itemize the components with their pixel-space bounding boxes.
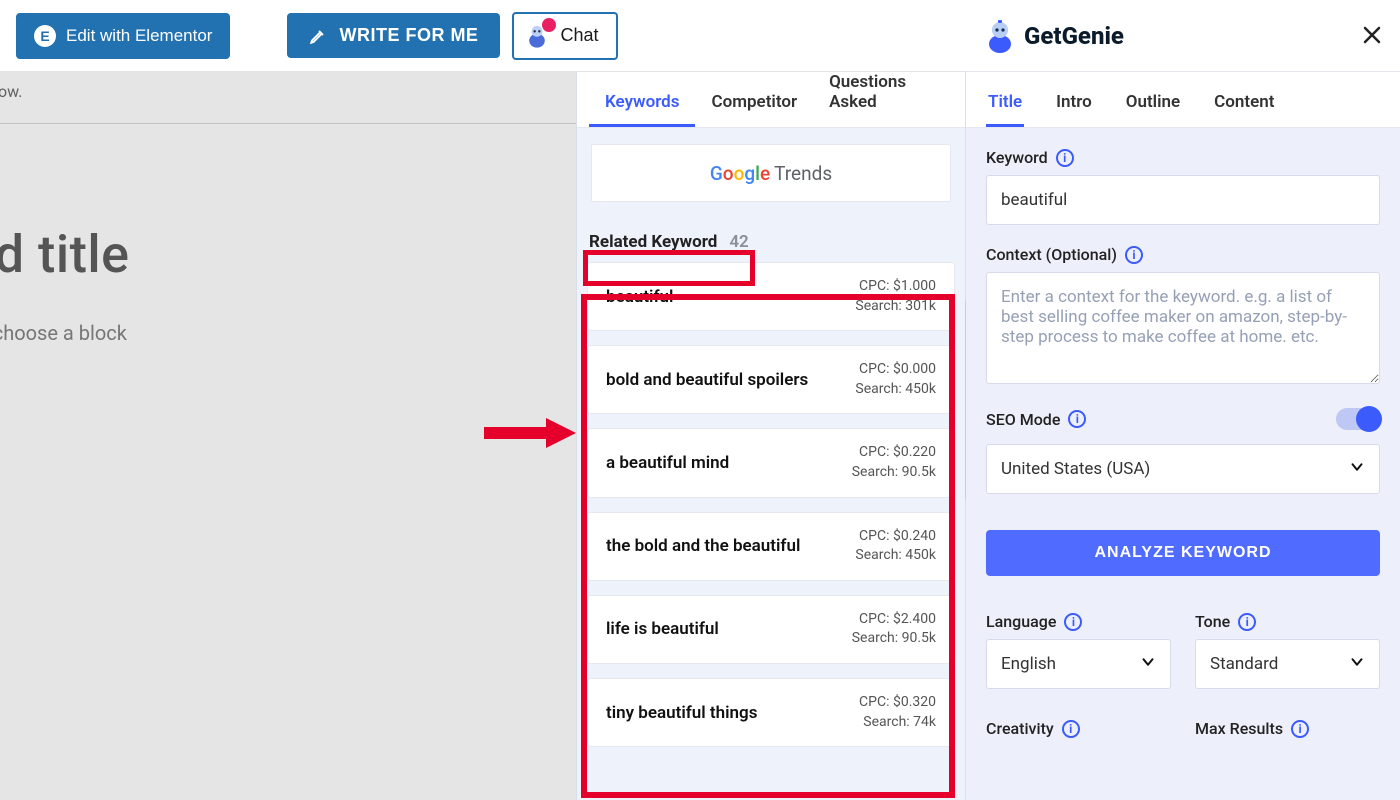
elementor-button-label: Edit with Elementor: [66, 26, 212, 46]
block-placeholder[interactable]: pe / to choose a block: [0, 321, 576, 345]
close-button[interactable]: [1362, 20, 1382, 52]
keyword-search: Search: 90.5k: [852, 629, 936, 649]
info-icon[interactable]: i: [1238, 613, 1256, 631]
keywords-panel: Keywords Competitor Questions Asked Goog…: [576, 72, 966, 800]
keyword-stats: CPC: $1.000 Search: 301k: [855, 277, 936, 316]
seo-mode-label: SEO Mode i: [986, 410, 1086, 429]
context-field-label: Context (Optional) i: [986, 245, 1380, 264]
keyword-term: life is beautiful: [606, 619, 719, 639]
tab-content[interactable]: Content: [1212, 78, 1276, 127]
keyword-cpc: CPC: $0.320: [859, 693, 936, 713]
keyword-cpc: CPC: $2.400: [852, 610, 936, 630]
edit-with-elementor-button[interactable]: E Edit with Elementor: [16, 13, 230, 59]
keyword-card[interactable]: life is beautiful CPC: $2.400 Search: 90…: [587, 595, 955, 664]
google-trends-label: Trends: [774, 162, 832, 185]
keyword-card[interactable]: beautiful CPC: $1.000 Search: 301k: [587, 262, 955, 331]
keyword-card[interactable]: the bold and the beautiful CPC: $0.240 S…: [587, 512, 955, 581]
seo-mode-toggle[interactable]: [1336, 408, 1380, 430]
keyword-stats: CPC: $0.320 Search: 74k: [859, 693, 936, 732]
keyword-term: the bold and the beautiful: [606, 536, 800, 556]
tab-intro[interactable]: Intro: [1054, 78, 1094, 127]
keyword-term: bold and beautiful spoilers: [606, 370, 808, 390]
country-select[interactable]: [986, 444, 1380, 494]
tab-outline[interactable]: Outline: [1124, 78, 1182, 127]
related-keyword-label: Related Keyword: [589, 232, 717, 252]
keyword-term: a beautiful mind: [606, 453, 729, 473]
analyze-keyword-button[interactable]: ANALYZE KEYWORD: [986, 530, 1380, 576]
info-icon[interactable]: i: [1064, 613, 1082, 631]
keyword-search: Search: 301k: [855, 297, 936, 317]
getgenie-brand-text: GetGenie: [1024, 22, 1124, 50]
tab-title[interactable]: Title: [986, 78, 1024, 127]
keyword-cpc: CPC: $0.000: [855, 360, 936, 380]
keyword-search: Search: 450k: [855, 546, 936, 566]
keyword-input[interactable]: [986, 175, 1380, 225]
chat-notification-icon: [542, 18, 556, 32]
keyword-cpc: CPC: $1.000: [855, 277, 936, 297]
context-textarea[interactable]: [986, 272, 1380, 384]
keyword-card[interactable]: bold and beautiful spoilers CPC: $0.000 …: [587, 345, 955, 414]
info-icon[interactable]: i: [1125, 246, 1143, 264]
keyword-card[interactable]: tiny beautiful things CPC: $0.320 Search…: [587, 678, 955, 747]
keyword-stats: CPC: $0.220 Search: 90.5k: [852, 443, 936, 482]
getgenie-tabs: Title Intro Outline Content: [966, 72, 1400, 128]
close-icon: [1362, 25, 1382, 45]
info-icon[interactable]: i: [1056, 149, 1074, 167]
language-select[interactable]: [986, 639, 1171, 689]
info-icon[interactable]: i: [1068, 410, 1086, 428]
getgenie-header: GetGenie: [966, 0, 1400, 72]
keyword-cpc: CPC: $0.240: [855, 527, 936, 547]
tab-questions-asked[interactable]: Questions Asked: [813, 58, 953, 127]
editor-area: ent from the version below. Add title pe…: [0, 72, 576, 800]
keyword-stats: CPC: $2.400 Search: 90.5k: [852, 610, 936, 649]
tone-select[interactable]: [1195, 639, 1380, 689]
getgenie-logo: GetGenie: [984, 18, 1124, 54]
keyword-term: tiny beautiful things: [606, 703, 757, 723]
post-title-input[interactable]: Add title: [0, 224, 576, 285]
tab-competitor[interactable]: Competitor: [695, 78, 813, 127]
divider: [0, 123, 576, 124]
related-keyword-count: 42: [729, 232, 748, 252]
tone-label: Tone i: [1195, 612, 1380, 631]
getgenie-panel: GetGenie Title Intro Outline Content Key…: [966, 72, 1400, 800]
keyword-field-label: Keyword i: [986, 148, 1380, 167]
keyword-term: beautiful: [606, 287, 673, 307]
keyword-stats: CPC: $0.000 Search: 450k: [855, 360, 936, 399]
write-for-me-button[interactable]: WRITE FOR ME: [287, 13, 500, 58]
elementor-icon: E: [34, 25, 56, 47]
dim-overlay: [0, 72, 576, 800]
chat-button[interactable]: Chat: [512, 12, 618, 60]
notice-text: ent from the version below.: [0, 72, 576, 111]
tab-keywords[interactable]: Keywords: [589, 78, 695, 127]
keyword-cpc: CPC: $0.220: [852, 443, 936, 463]
keyword-search: Search: 90.5k: [852, 463, 936, 483]
keyword-stats: CPC: $0.240 Search: 450k: [855, 527, 936, 566]
related-keyword-list: beautiful CPC: $1.000 Search: 301k bold …: [577, 262, 965, 773]
related-keyword-header: Related Keyword 42: [577, 202, 965, 262]
creativity-label: Creativity i: [986, 719, 1171, 738]
write-for-me-label: WRITE FOR ME: [339, 25, 478, 46]
info-icon[interactable]: i: [1062, 720, 1080, 738]
max-results-label: Max Results i: [1195, 719, 1380, 738]
keyword-card[interactable]: a beautiful mind CPC: $0.220 Search: 90.…: [587, 428, 955, 497]
pen-icon: [309, 27, 327, 45]
chat-button-label: Chat: [560, 25, 598, 46]
getgenie-logo-icon: [984, 18, 1016, 54]
keyword-search: Search: 450k: [855, 380, 936, 400]
genie-icon: [524, 22, 550, 50]
language-label: Language i: [986, 612, 1171, 631]
keyword-search: Search: 74k: [859, 713, 936, 733]
google-trends-box[interactable]: Google Trends: [591, 144, 951, 202]
getgenie-body: Keyword i Context (Optional) i SEO Mode …: [966, 128, 1400, 800]
info-icon[interactable]: i: [1291, 720, 1309, 738]
keywords-tabs: Keywords Competitor Questions Asked: [577, 72, 965, 128]
